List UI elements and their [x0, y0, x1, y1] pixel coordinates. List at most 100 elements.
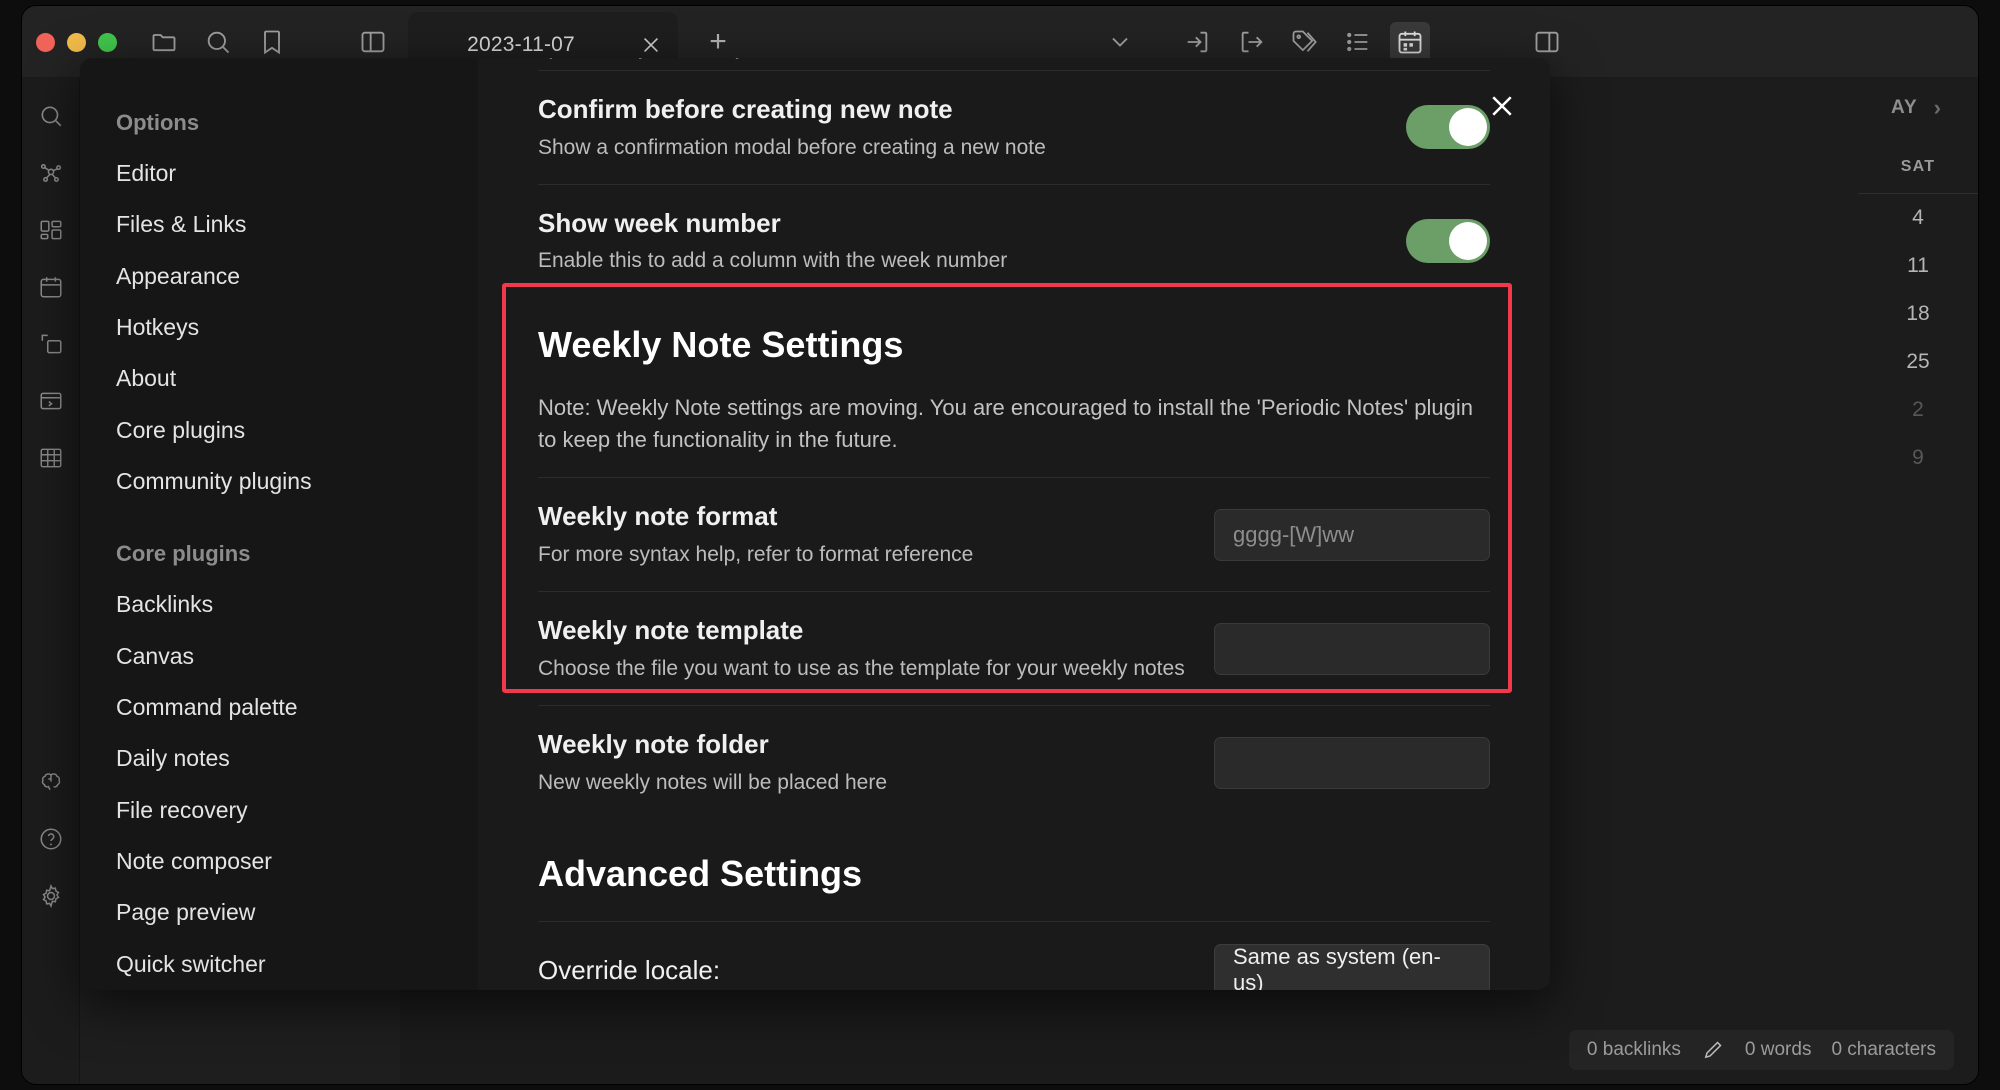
- setting-info: Weekly note folder New weekly notes will…: [538, 728, 1190, 797]
- tab-close-icon[interactable]: [634, 28, 668, 62]
- sidebar-item-backlinks[interactable]: Backlinks: [80, 579, 478, 630]
- sidebar-item-page-preview[interactable]: Page preview: [80, 887, 478, 938]
- outline-list-icon[interactable]: [1338, 22, 1378, 62]
- sidebar-item-community-plugins[interactable]: Community plugins: [80, 456, 478, 507]
- setting-info: Weekly note format For more syntax help,…: [538, 500, 1190, 569]
- word-count[interactable]: 0 words: [1745, 1039, 1812, 1061]
- setting-desc: Enable this to add a column with the wee…: [538, 247, 1382, 275]
- ribbon-table-icon[interactable]: [31, 438, 71, 478]
- ribbon-help-icon[interactable]: [31, 819, 71, 859]
- override-locale-select[interactable]: Same as system (en-us): [1214, 944, 1490, 990]
- window-close-button[interactable]: [36, 33, 55, 52]
- toggle-confirm-before-creating-new-note[interactable]: [1406, 105, 1490, 149]
- sidebar-item-quick-switcher[interactable]: Quick switcher: [80, 939, 478, 990]
- calendar-day[interactable]: 11: [1858, 242, 1978, 290]
- setting-info: Override locale:: [538, 954, 1190, 987]
- chevron-down-icon[interactable]: [1100, 22, 1140, 62]
- ribbon-settings-gear-icon[interactable]: [31, 876, 71, 916]
- setting-row-weekly-note-format: Weekly note format For more syntax help,…: [538, 477, 1490, 591]
- weekly-note-template-input[interactable]: [1214, 623, 1490, 675]
- setting-desc: New weekly notes will be placed here: [538, 769, 1190, 797]
- setting-info: Confirm before creating new note Show a …: [538, 93, 1382, 162]
- ribbon-search-icon[interactable]: [31, 96, 71, 136]
- section-title-advanced-settings: Advanced Settings: [538, 853, 1490, 895]
- backlinks-count[interactable]: 0 backlinks: [1587, 1039, 1681, 1061]
- export-icon[interactable]: [1232, 22, 1272, 62]
- ribbon-canvas-icon[interactable]: [31, 210, 71, 250]
- sidebar-item-daily-notes[interactable]: Daily notes: [80, 733, 478, 784]
- ribbon-note-composer-icon[interactable]: [31, 324, 71, 364]
- sidebar-item-files-and-links[interactable]: Files & Links: [80, 199, 478, 250]
- sidebar-spacer: [80, 507, 478, 541]
- calendar-icon[interactable]: [1390, 22, 1430, 62]
- sidebar-item-command-palette[interactable]: Command palette: [80, 682, 478, 733]
- setting-desc: For more syntax help, refer to format re…: [538, 541, 1190, 569]
- section-title-weekly-note-settings: Weekly Note Settings: [538, 324, 1490, 366]
- calendar-month-label: AY: [1891, 97, 1918, 119]
- input-placeholder: gggg-[W]ww: [1233, 522, 1354, 548]
- settings-content: specified by moment.js Confirm before cr…: [478, 58, 1550, 990]
- setting-info: Show week number Enable this to add a co…: [538, 207, 1382, 276]
- right-sidebar-toggle-icon[interactable]: [1527, 22, 1567, 62]
- weekly-note-folder-input[interactable]: [1214, 737, 1490, 789]
- partial-setting-desc: specified by moment.js: [538, 58, 1490, 70]
- application-window: 2023-11-07 +: [22, 6, 1978, 1084]
- setting-name: Show week number: [538, 207, 1382, 240]
- calendar-column-header: SAT: [1858, 140, 1978, 194]
- window-minimize-button[interactable]: [67, 33, 86, 52]
- weekly-note-format-input[interactable]: gggg-[W]ww: [1214, 509, 1490, 561]
- select-value: Same as system (en-us): [1233, 944, 1471, 990]
- ribbon-command-palette-icon[interactable]: [31, 381, 71, 421]
- sidebar-item-note-composer[interactable]: Note composer: [80, 836, 478, 887]
- bookmark-icon[interactable]: [252, 22, 292, 62]
- setting-name: Confirm before creating new note: [538, 93, 1382, 126]
- new-tab-button[interactable]: +: [698, 22, 738, 62]
- weekly-note-settings-notice: Note: Weekly Note settings are moving. Y…: [538, 392, 1490, 456]
- left-sidebar-toggle-icon[interactable]: [353, 22, 393, 62]
- setting-row-weekly-note-template: Weekly note template Choose the file you…: [538, 591, 1490, 705]
- folder-icon[interactable]: [144, 22, 184, 62]
- nav-group-title-options: Options: [80, 110, 478, 148]
- sidebar-item-core-plugins[interactable]: Core plugins: [80, 405, 478, 456]
- sidebar-item-hotkeys[interactable]: Hotkeys: [80, 302, 478, 353]
- sidebar-item-file-recovery[interactable]: File recovery: [80, 785, 478, 836]
- setting-info: Weekly note template Choose the file you…: [538, 614, 1190, 683]
- toggle-knob: [1449, 222, 1487, 260]
- settings-scroll-area[interactable]: specified by moment.js Confirm before cr…: [538, 58, 1490, 990]
- settings-modal: Options Editor Files & Links Appearance …: [80, 58, 1550, 990]
- nav-group-title-core-plugins: Core plugins: [80, 541, 478, 579]
- sidebar-item-appearance[interactable]: Appearance: [80, 251, 478, 302]
- setting-name: Weekly note format: [538, 500, 1190, 533]
- ribbon-calendar-icon[interactable]: [31, 267, 71, 307]
- close-icon[interactable]: [1480, 84, 1524, 128]
- settings-sidebar: Options Editor Files & Links Appearance …: [80, 58, 478, 990]
- tags-icon[interactable]: [1284, 22, 1324, 62]
- status-bar: 0 backlinks 0 words 0 characters: [1569, 1030, 1954, 1070]
- setting-row-show-week-number: Show week number Enable this to add a co…: [538, 184, 1490, 298]
- character-count[interactable]: 0 characters: [1831, 1039, 1936, 1061]
- ribbon-graph-view-icon[interactable]: [31, 153, 71, 193]
- left-ribbon: [22, 78, 80, 1084]
- calendar-day[interactable]: 18: [1858, 290, 1978, 338]
- calendar-day[interactable]: 2: [1858, 386, 1978, 434]
- ribbon-brain-icon[interactable]: [31, 762, 71, 802]
- pen-icon[interactable]: [1701, 1038, 1725, 1062]
- setting-name: Weekly note folder: [538, 728, 1190, 761]
- calendar-next-icon[interactable]: ›: [1934, 95, 1942, 121]
- setting-row-confirm-before-creating-new-note: Confirm before creating new note Show a …: [538, 70, 1490, 184]
- setting-row-override-locale: Override locale: Same as system (en-us): [538, 921, 1490, 990]
- setting-desc: Show a confirmation modal before creatin…: [538, 134, 1382, 162]
- tab-title: 2023-11-07: [408, 33, 634, 57]
- search-icon[interactable]: [198, 22, 238, 62]
- window-zoom-button[interactable]: [98, 33, 117, 52]
- calendar-day[interactable]: 4: [1858, 194, 1978, 242]
- sidebar-item-editor[interactable]: Editor: [80, 148, 478, 199]
- setting-name: Weekly note template: [538, 614, 1190, 647]
- import-icon[interactable]: [1177, 22, 1217, 62]
- toggle-show-week-number[interactable]: [1406, 219, 1490, 263]
- sidebar-item-about[interactable]: About: [80, 353, 478, 404]
- setting-row-weekly-note-folder: Weekly note folder New weekly notes will…: [538, 705, 1490, 819]
- sidebar-item-canvas[interactable]: Canvas: [80, 631, 478, 682]
- calendar-day[interactable]: 25: [1858, 338, 1978, 386]
- calendar-day[interactable]: 9: [1858, 434, 1978, 482]
